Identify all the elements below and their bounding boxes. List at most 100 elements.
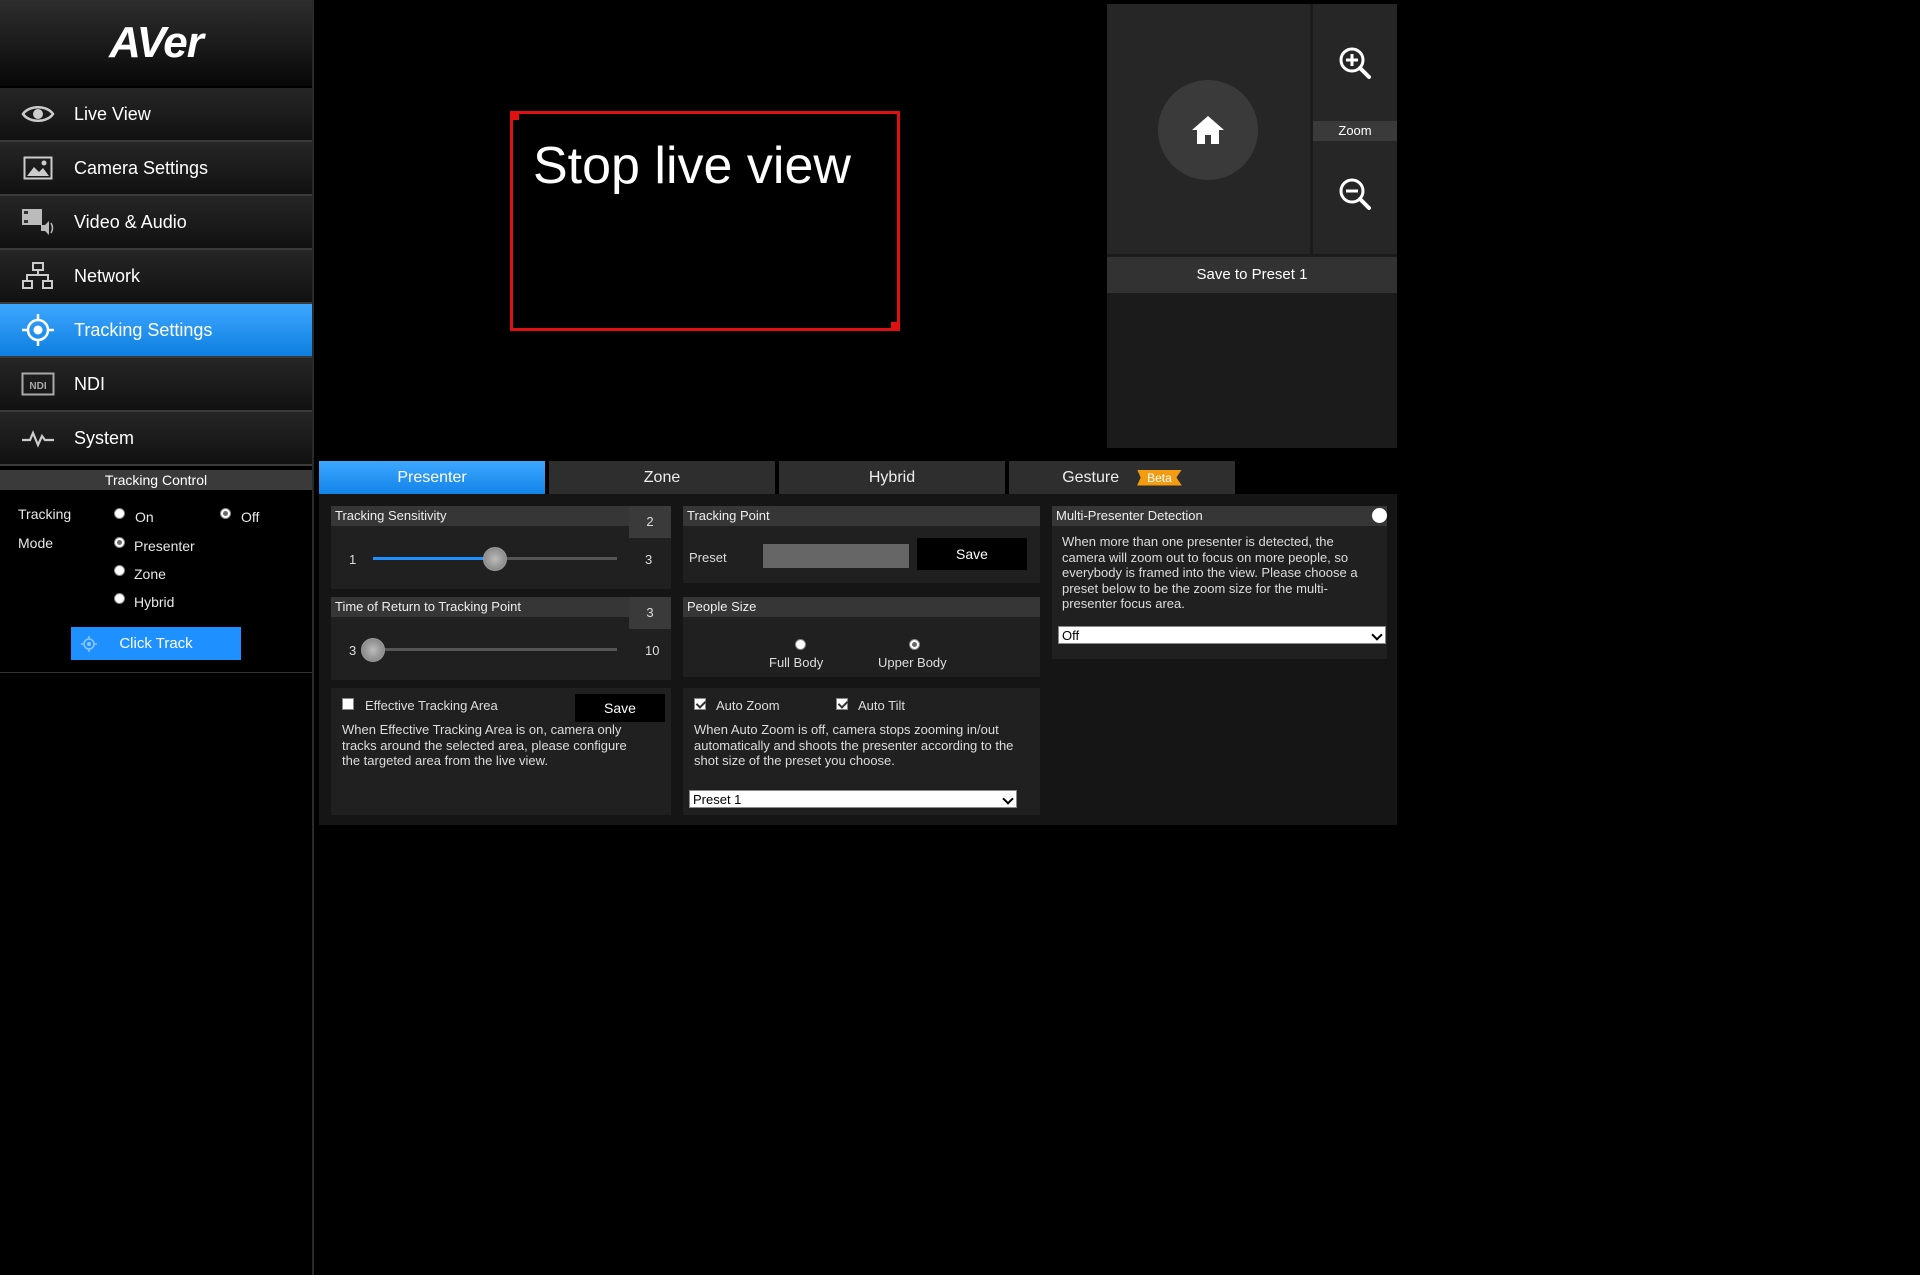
sidebar-item-label: Video & Audio [74,211,187,232]
return-time-track[interactable] [373,648,617,651]
auto-zoom-checkbox[interactable] [694,698,706,710]
tracking-point-save-button[interactable]: Save [917,538,1027,570]
tracking-on-radio[interactable] [114,508,125,519]
sidebar-item-camera-settings[interactable]: Camera Settings [0,142,312,196]
description-line: presenter focus area. [1062,596,1185,611]
save-to-preset-button[interactable]: Save to Preset 1 [1107,257,1397,293]
sidebar: AVer Live View Camera Settings Video & A… [0,0,314,1275]
description-line: When more than one presenter is detected… [1062,534,1334,549]
presenter-settings-panel: Tracking Sensitivity 2 1 3 Tracking Poin… [319,494,1397,825]
network-icon [18,260,58,292]
resize-handle[interactable] [891,322,900,331]
upper-body-label: Upper Body [878,655,947,670]
tab-label: Gesture [1062,468,1120,486]
description-line: camera will zoom out to focus on more pe… [1062,549,1349,565]
chevron-down-icon [1371,629,1383,641]
beta-badge: Beta [1137,469,1182,486]
home-icon [1192,116,1224,144]
effective-area-save-button[interactable]: Save [575,694,665,722]
description-line: tracks around the selected area, please … [342,737,627,753]
description-line: everybody is framed into the view. Pleas… [1062,565,1358,580]
people-size-title: People Size [683,597,1040,617]
slider-max-label: 3 [645,552,653,567]
mode-presenter-label: Presenter [134,538,195,554]
description-line: automatically and shoots the presenter a… [694,737,1014,753]
multi-presenter-toggle[interactable] [1372,508,1387,523]
sidebar-item-system[interactable]: System [0,412,312,466]
description-line: shot size of the preset you choose. [694,753,895,768]
mode-zone-label: Zone [134,566,166,582]
tracking-on-label: On [135,509,154,525]
ptz-control-panel: Zoom Save to Preset 1 [1107,4,1397,448]
preset-label: Preset [689,550,727,565]
effective-area-checkbox[interactable] [342,698,354,710]
live-view-area[interactable]: Stop live view [510,111,900,331]
select-value: Off [1062,628,1080,643]
multi-presenter-panel: Multi-Presenter Detection When more than… [1052,506,1387,659]
tab-hybrid[interactable]: Hybrid [779,461,1005,494]
sidebar-item-label: Tracking Settings [74,319,213,340]
tracking-point-title: Tracking Point [683,506,1040,526]
description-line: the targeted area from the live view. [342,753,548,768]
ndi-icon: NDI [18,368,58,400]
sidebar-item-ndi[interactable]: NDI NDI [0,358,312,412]
sidebar-item-video-audio[interactable]: Video & Audio [0,196,312,250]
eye-icon [18,98,58,130]
home-button[interactable] [1158,80,1258,180]
tracking-point-panel: Tracking Point Preset Save [683,506,1040,583]
tracking-sensitivity-fill [373,557,495,560]
auto-tilt-checkbox[interactable] [836,698,848,710]
mode-hybrid-radio[interactable] [114,593,125,604]
slider-max-label: 10 [645,643,660,658]
video-audio-icon [18,206,58,238]
crosshair-icon [81,636,97,656]
tracking-control-title: Tracking Control [0,470,312,490]
multi-presenter-select[interactable]: Off [1058,626,1386,644]
tracking-sensitivity-slider[interactable] [483,547,507,571]
live-view-message: Stop live view [533,137,851,195]
tab-presenter[interactable]: Presenter [319,461,545,494]
sidebar-item-live-view[interactable]: Live View [0,88,312,142]
zoom-out-icon[interactable] [1338,177,1372,211]
return-time-title: Time of Return to Tracking Point [331,597,629,617]
auto-zoom-description: When Auto Zoom is off, camera stops zoom… [694,722,1013,769]
tab-zone[interactable]: Zone [549,461,775,494]
multi-presenter-title: Multi-Presenter Detection [1052,506,1387,526]
description-line: When Auto Zoom is off, camera stops zoom… [694,722,999,737]
tracking-sensitivity-value: 2 [629,506,671,538]
resize-handle[interactable] [510,111,519,120]
mode-hybrid-label: Hybrid [134,594,175,610]
full-body-radio[interactable] [795,639,806,650]
return-time-slider[interactable] [361,638,385,662]
auto-zoom-preset-select[interactable]: Preset 1 [689,790,1017,808]
upper-body-radio[interactable] [909,639,920,650]
zoom-label: Zoom [1313,121,1397,141]
sidebar-item-label: NDI [74,373,105,394]
tab-label: Zone [643,468,681,486]
tracking-sensitivity-title: Tracking Sensitivity [331,506,629,526]
mode-zone-radio[interactable] [114,565,125,576]
description-line: preset below to be the zoom size for the… [1062,580,1328,596]
chevron-down-icon [1002,793,1014,805]
tracking-sensitivity-panel: Tracking Sensitivity 2 1 3 [331,506,671,589]
logo-text: AVer [109,18,204,67]
sidebar-item-tracking-settings[interactable]: Tracking Settings [0,304,312,358]
zoom-in-icon[interactable] [1338,46,1372,80]
sidebar-item-label: System [74,427,135,448]
click-track-button[interactable]: Click Track [71,627,241,660]
slider-min-label: 1 [349,552,357,567]
sidebar-item-network[interactable]: Network [0,250,312,304]
crosshair-icon [18,314,58,346]
sidebar-item-label: Network [74,265,141,286]
preset-input[interactable] [763,544,909,568]
tab-label: Presenter [397,468,467,486]
mode-presenter-radio[interactable] [114,537,125,548]
return-time-value: 3 [629,597,671,629]
full-body-label: Full Body [769,655,824,670]
description-line: When Effective Tracking Area is on, came… [342,722,622,737]
return-time-panel: Time of Return to Tracking Point 3 3 10 [331,597,671,680]
tracking-off-radio[interactable] [220,508,231,519]
sidebar-item-label: Live View [74,103,151,124]
select-value: Preset 1 [693,792,742,807]
tab-gesture[interactable]: Gesture Beta [1009,461,1235,494]
